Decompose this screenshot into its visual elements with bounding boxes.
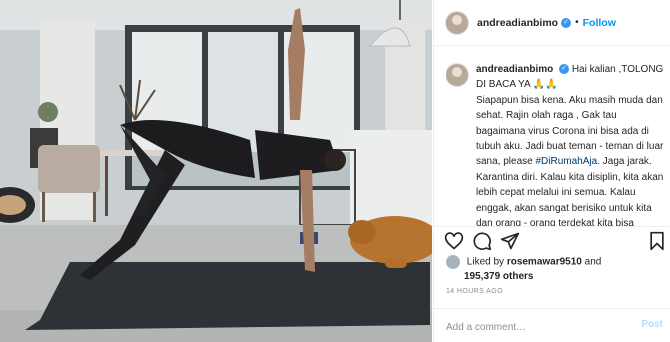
- liked-by-user[interactable]: rosemawar9510: [507, 257, 582, 268]
- verified-badge-icon: ✓: [561, 17, 572, 28]
- liker-avatar[interactable]: [446, 255, 460, 269]
- post-caption: andreadianbimo ✓ Hai kalian ,TOLONG DI B…: [446, 62, 664, 240]
- caption-username[interactable]: andreadianbimo: [476, 64, 553, 75]
- separator-dot: •: [575, 17, 579, 28]
- likes-summary: Liked by rosemawar9510 and 195,379 other…: [446, 255, 601, 284]
- author-username[interactable]: andreadianbimo: [477, 17, 558, 29]
- action-bar: [434, 226, 670, 255]
- post-comment-button[interactable]: Post: [641, 319, 663, 330]
- instagram-post: andreadianbimo ✓ • Follow andreadianbimo…: [0, 0, 670, 342]
- comment-icon[interactable]: [472, 231, 492, 251]
- comment-box: Post: [434, 308, 670, 342]
- comment-input[interactable]: [444, 317, 618, 337]
- bookmark-icon[interactable]: [647, 231, 667, 251]
- liked-by-prefix: Liked by: [466, 256, 505, 268]
- post-photo[interactable]: [0, 0, 432, 342]
- share-icon[interactable]: [500, 231, 520, 251]
- other-likes-link[interactable]: 195,379 others: [464, 271, 534, 282]
- caption-text: andreadianbimo ✓ Hai kalian ,TOLONG DI B…: [476, 62, 664, 240]
- follow-button[interactable]: Follow: [583, 17, 616, 29]
- yoga-photo-illustration: [0, 0, 432, 342]
- post-sidebar: andreadianbimo ✓ • Follow andreadianbimo…: [433, 0, 670, 342]
- verified-badge-icon: ✓: [559, 64, 570, 75]
- liked-by-and: and: [584, 256, 602, 268]
- post-timestamp[interactable]: 14 HOURS AGO: [446, 288, 503, 295]
- caption-author-avatar[interactable]: [446, 64, 468, 86]
- hashtag-link[interactable]: #DiRumahAja: [536, 156, 598, 167]
- post-header: andreadianbimo ✓ • Follow: [434, 0, 670, 46]
- heart-icon[interactable]: [444, 231, 464, 251]
- author-avatar[interactable]: [446, 11, 468, 34]
